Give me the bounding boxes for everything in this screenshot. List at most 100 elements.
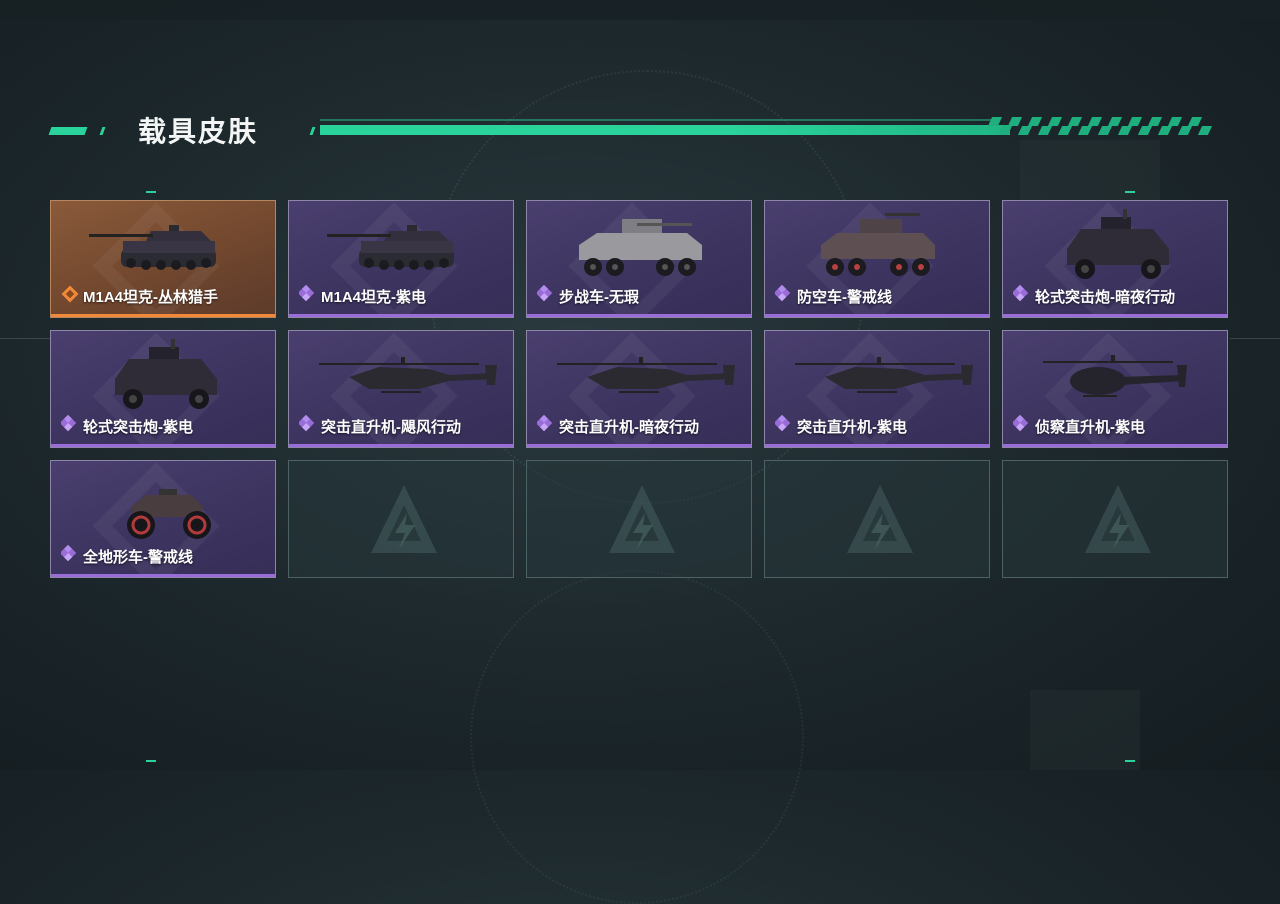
rarity-bar	[765, 444, 989, 447]
checker-square	[987, 117, 1003, 126]
skin-card[interactable]: 突击直升机-暗夜行动	[526, 330, 752, 448]
corner-mark	[146, 760, 156, 762]
ifv-icon	[579, 219, 702, 276]
header-checker-pattern	[987, 117, 1213, 135]
skin-label: 轮式突击炮-暗夜行动	[1011, 284, 1175, 308]
epic-rarity-icon	[59, 544, 83, 568]
skin-name: 突击直升机-飓风行动	[321, 419, 461, 436]
scout-helicopter-icon	[1043, 355, 1187, 397]
tank-icon	[89, 225, 216, 270]
rarity-bar	[527, 314, 751, 317]
epic-rarity-icon	[1011, 414, 1035, 438]
header-accent	[99, 127, 106, 135]
epic-rarity-icon	[535, 284, 559, 308]
aa-vehicle-icon	[821, 213, 935, 276]
epic-rarity-icon	[297, 414, 321, 438]
skin-label: 突击直升机-暗夜行动	[535, 414, 699, 438]
checker-square	[1037, 126, 1053, 135]
empty-slot	[764, 460, 990, 578]
skin-card[interactable]: 全地形车-警戒线	[50, 460, 276, 578]
skin-label: 全地形车-警戒线	[59, 544, 193, 568]
checker-square	[1197, 126, 1213, 135]
corner-mark	[1125, 760, 1135, 762]
checker-square	[1017, 126, 1033, 135]
epic-rarity-icon	[773, 284, 797, 308]
checker-square	[1137, 126, 1153, 135]
checker-square	[1027, 117, 1043, 126]
skin-name: 全地形车-警戒线	[83, 549, 193, 566]
side-line	[1230, 338, 1280, 339]
checker-square	[1097, 126, 1113, 135]
game-logo-icon	[1085, 485, 1151, 553]
header-accent	[48, 127, 88, 135]
game-logo-icon	[609, 485, 675, 553]
checker-square	[997, 126, 1013, 135]
epic-rarity-icon	[1011, 284, 1035, 308]
rarity-bar	[765, 314, 989, 317]
attack-helicopter-icon	[795, 357, 973, 393]
checker-square	[1087, 117, 1103, 126]
checker-square	[1167, 117, 1183, 126]
epic-rarity-icon	[297, 284, 321, 308]
skin-name: 轮式突击炮-暗夜行动	[1035, 289, 1175, 306]
skin-label: 突击直升机-紫电	[773, 414, 907, 438]
empty-slot	[288, 460, 514, 578]
checker-square	[1077, 126, 1093, 135]
skin-card[interactable]: 步战车-无瑕	[526, 200, 752, 318]
header-line	[320, 125, 1010, 135]
skin-name: 侦察直升机-紫电	[1035, 419, 1145, 436]
skin-card[interactable]: 突击直升机-紫电	[764, 330, 990, 448]
armored-car-icon	[1067, 209, 1169, 279]
empty-slot	[526, 460, 752, 578]
skin-card[interactable]: 轮式突击炮-暗夜行动	[1002, 200, 1228, 318]
rarity-bar	[51, 574, 275, 577]
side-line	[0, 338, 50, 339]
checker-square	[1047, 117, 1063, 126]
empty-slot	[1002, 460, 1228, 578]
checker-square	[1187, 117, 1203, 126]
skin-label: 防空车-警戒线	[773, 284, 892, 308]
rarity-bar	[51, 314, 275, 317]
checker-square	[1107, 117, 1123, 126]
rarity-bar	[51, 444, 275, 447]
skin-card[interactable]: 轮式突击炮-紫电	[50, 330, 276, 448]
skin-name: M1A4坦克-紫电	[321, 289, 427, 306]
legendary-rarity-icon	[61, 285, 83, 308]
skin-label: 侦察直升机-紫电	[1011, 414, 1145, 438]
checker-square	[1057, 126, 1073, 135]
background-ring	[470, 570, 804, 904]
corner-mark	[146, 191, 156, 193]
checker-square	[1117, 126, 1133, 135]
skin-card[interactable]: M1A4坦克-丛林猎手	[50, 200, 276, 318]
checker-square	[1127, 117, 1143, 126]
corner-mark	[1125, 191, 1135, 193]
skin-name: 轮式突击炮-紫电	[83, 419, 193, 436]
attack-helicopter-icon	[319, 357, 497, 393]
checker-square	[1157, 126, 1173, 135]
skin-label: M1A4坦克-紫电	[297, 284, 427, 308]
skin-card[interactable]: 防空车-警戒线	[764, 200, 990, 318]
header-accent	[309, 127, 316, 135]
skin-card[interactable]: 突击直升机-飓风行动	[288, 330, 514, 448]
checker-square	[1067, 117, 1083, 126]
atv-icon	[127, 489, 211, 539]
checker-square	[1177, 126, 1193, 135]
rarity-bar	[1003, 314, 1227, 317]
game-logo-icon	[371, 485, 437, 553]
skin-label: 步战车-无瑕	[535, 284, 639, 308]
skin-name: M1A4坦克-丛林猎手	[83, 289, 219, 306]
skin-card[interactable]: 侦察直升机-紫电	[1002, 330, 1228, 448]
rarity-bar	[289, 314, 513, 317]
header-line	[320, 119, 1000, 121]
game-logo-icon	[847, 485, 913, 553]
skin-label: 突击直升机-飓风行动	[297, 414, 461, 438]
tank-icon	[327, 225, 454, 270]
top-strip	[0, 0, 1280, 20]
rarity-bar	[1003, 444, 1227, 447]
page-title: 载具皮肤	[138, 116, 259, 147]
skin-label: M1A4坦克-丛林猎手	[61, 285, 218, 308]
checker-square	[1147, 117, 1163, 126]
rarity-bar	[289, 444, 513, 447]
attack-helicopter-icon	[557, 357, 735, 393]
skin-card[interactable]: M1A4坦克-紫电	[288, 200, 514, 318]
